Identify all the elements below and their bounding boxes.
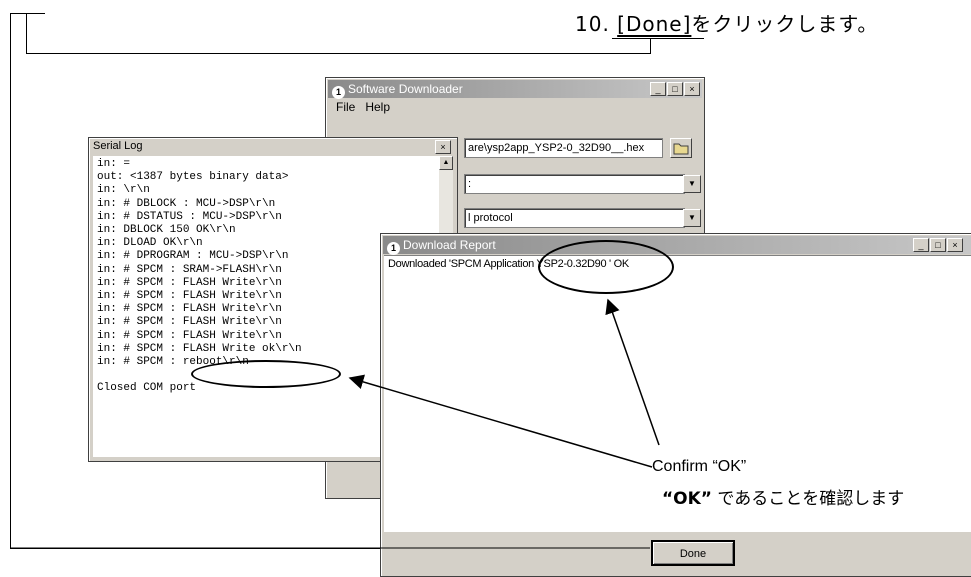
- confirm-text-ja: “OK” であることを確認します: [662, 484, 904, 509]
- confirm-ok-quote: “OK”: [662, 489, 712, 509]
- confirm-text-ja-rest: であることを確認します: [711, 489, 905, 509]
- arrow-to-flash-write-ok: [348, 374, 653, 468]
- confirm-text-en: Confirm “OK”: [652, 458, 747, 475]
- confirm-annotation: Confirm “OK” “OK” であることを確認します: [652, 458, 904, 509]
- arrow-to-report-ok: [605, 298, 660, 446]
